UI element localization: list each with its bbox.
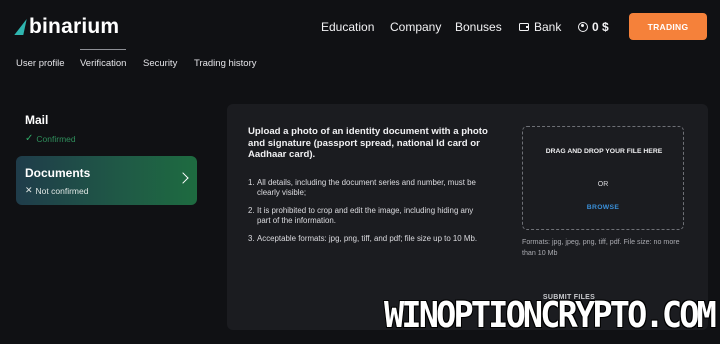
dropzone-or: OR xyxy=(597,181,609,188)
profile-subnav: User profile Verification Security Tradi… xyxy=(0,49,720,82)
balance-display[interactable]: 0 $ xyxy=(578,20,609,34)
logo-mark-icon xyxy=(14,19,27,35)
formats-note: Formats: jpg, jpeg, png, tiff, pdf. File… xyxy=(522,238,680,257)
upload-instructions-title: Upload a photo of an identity document w… xyxy=(248,126,488,160)
documents-step-status: ✕ Not confirmed xyxy=(25,185,88,196)
tab-verification[interactable]: Verification xyxy=(80,58,126,69)
trading-button[interactable]: TRADING xyxy=(629,13,707,40)
mail-step-title: Mail xyxy=(25,113,49,127)
user-icon xyxy=(578,22,588,32)
rule-item: 2. It is prohibited to crop and edit the… xyxy=(248,205,474,226)
browse-button[interactable]: BROWSE xyxy=(523,204,683,211)
documents-step-title: Documents xyxy=(25,166,91,180)
tab-user-profile[interactable]: User profile xyxy=(16,58,65,69)
bank-label: Bank xyxy=(534,20,562,34)
wallet-icon xyxy=(519,23,529,31)
balance-value: 0 $ xyxy=(592,20,609,34)
dropzone-title: DRAG AND DROP YOUR FILE HERE xyxy=(545,148,663,155)
rule-item: 1. All details, including the document s… xyxy=(248,178,476,198)
bank-link[interactable]: Bank xyxy=(519,20,561,34)
logo-text: binarium xyxy=(29,15,120,38)
upload-rules-list: 1. All details, including the document s… xyxy=(248,178,488,251)
top-header: binarium Education Company Bonuses Bank … xyxy=(0,0,720,52)
mail-step-status: ✓ Confirmed xyxy=(25,133,76,144)
chevron-right-icon xyxy=(177,172,189,184)
documents-status-label: Not confirmed xyxy=(35,185,89,196)
rule-text: All details, including the document seri… xyxy=(257,178,476,198)
nav-education[interactable]: Education xyxy=(321,20,374,34)
active-tab-indicator xyxy=(80,49,126,50)
tab-trading-history[interactable]: Trading history xyxy=(194,58,256,69)
rule-text: It is prohibited to crop and edit the im… xyxy=(257,205,474,226)
check-icon: ✓ xyxy=(25,133,34,144)
documents-step-card[interactable]: Documents ✕ Not confirmed xyxy=(16,156,197,205)
nav-bonuses[interactable]: Bonuses xyxy=(455,20,502,34)
x-icon: ✕ xyxy=(25,185,33,195)
mail-status-label: Confirmed xyxy=(36,133,76,144)
rule-text: Acceptable formats: jpg, png, tiff, and … xyxy=(257,233,478,243)
file-dropzone[interactable]: DRAG AND DROP YOUR FILE HERE OR BROWSE xyxy=(522,126,684,230)
binarium-logo[interactable]: binarium xyxy=(14,15,120,39)
tab-security[interactable]: Security xyxy=(143,58,177,69)
nav-company[interactable]: Company xyxy=(390,20,441,34)
rule-item: 3. Acceptable formats: jpg, png, tiff, a… xyxy=(248,233,478,243)
watermark: WINOPTIONCRYPTO.COM xyxy=(384,295,717,336)
